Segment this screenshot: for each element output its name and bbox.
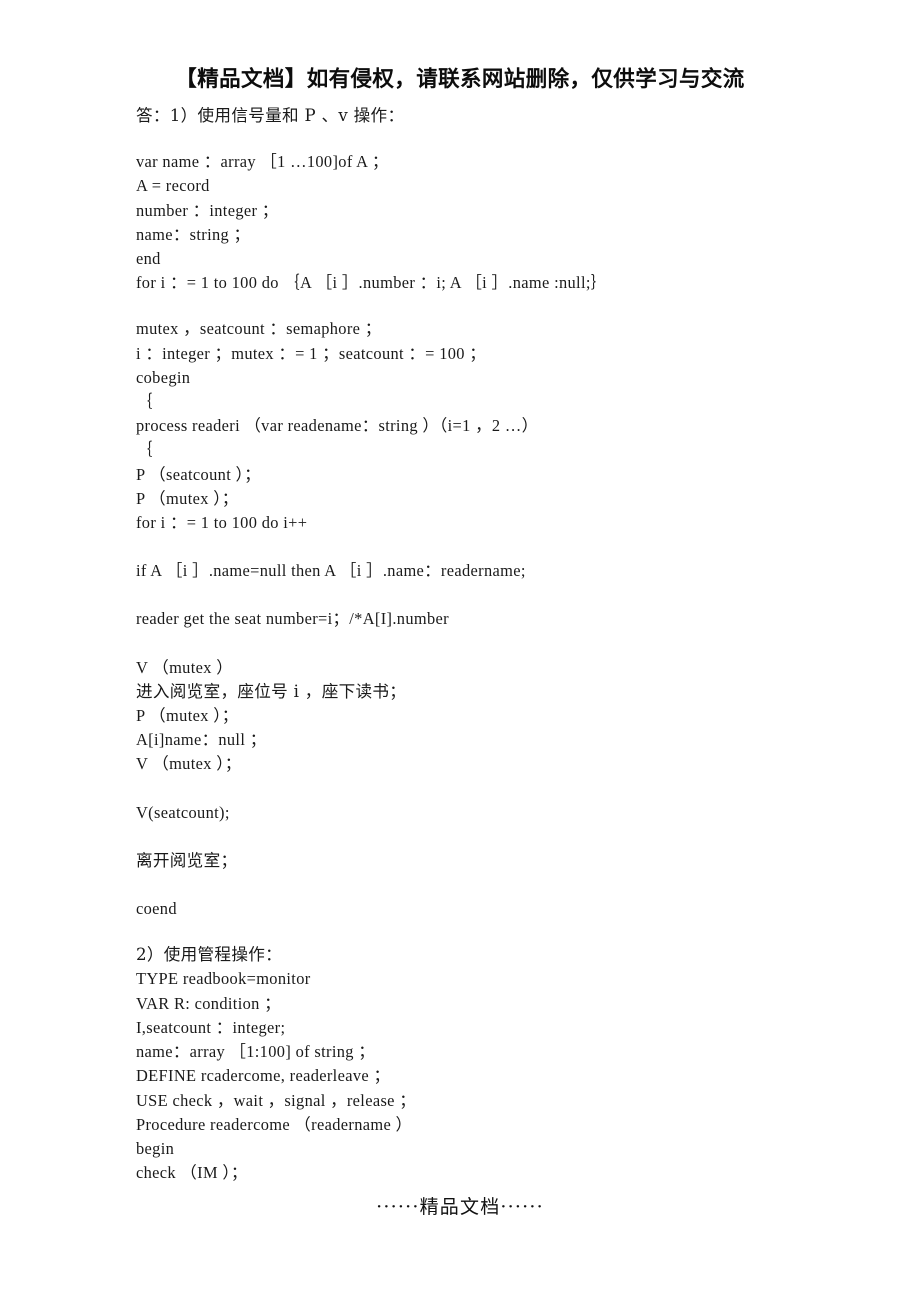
code-line: V （mutex ） bbox=[136, 657, 233, 677]
code-line: coend bbox=[136, 899, 177, 919]
code-line: A[i]name：null ； bbox=[136, 730, 267, 750]
code-block-coend: coend bbox=[136, 897, 836, 921]
code-line: Procedure readercome （readername ） bbox=[136, 1114, 413, 1134]
code-line: number ：integer ； bbox=[136, 200, 279, 220]
document-page: 【精品文档】如有侵权，请联系网站删除，仅供学习与交流 答：1）使用信号量和 P … bbox=[0, 0, 920, 1302]
code-line: end bbox=[136, 249, 161, 269]
code-block-seat-comment: reader get the seat number=i；/*A[I].numb… bbox=[136, 607, 836, 631]
code-line: cobegin bbox=[136, 367, 191, 387]
code-line: for i ：= 1 to 100 do ｛A ［i ］.number ：i; … bbox=[136, 273, 608, 293]
code-line: name：string ； bbox=[136, 224, 251, 244]
document-footer-notice: ······精品文档······ bbox=[376, 1196, 544, 1218]
code-line: var name ：array ［1 …100]of A ； bbox=[136, 152, 389, 172]
code-line: process readeri （var readename：string ）（… bbox=[136, 416, 539, 436]
code-line: TYPE readbook=monitor bbox=[136, 969, 311, 989]
intro-line: 答：1）使用信号量和 P 、v 操作： bbox=[136, 106, 405, 125]
code-block-leave-room: 离开阅览室； bbox=[136, 849, 836, 873]
code-line: name：array ［1:100] of string ； bbox=[136, 1042, 375, 1062]
code-line: P （mutex ）； bbox=[136, 488, 239, 508]
code-block-enter-room: V （mutex ） 进入阅览室，座位号 i ，座下读书； P （mutex ）… bbox=[136, 656, 836, 777]
code-block-declarations: var name ：array ［1 …100]of A ； A = recor… bbox=[136, 150, 836, 295]
code-line: mutex ，seatcount ：semaphore ； bbox=[136, 319, 382, 339]
section-2-title: 2）使用管程操作： bbox=[136, 945, 283, 965]
code-line: V （mutex ）； bbox=[136, 754, 242, 774]
code-block-semaphores: mutex ，seatcount ：semaphore ； i ：integer… bbox=[136, 317, 836, 535]
code-line: if A ［i ］.name=null then A ［i ］.name：rea… bbox=[136, 561, 526, 581]
code-line: ｛ bbox=[136, 440, 153, 460]
code-block-release-seat: V(seatcount); bbox=[136, 801, 836, 825]
document-body: 答：1）使用信号量和 P 、v 操作： var name ：array ［1 …… bbox=[136, 104, 836, 1185]
code-line: check （IM ）； bbox=[136, 1163, 248, 1183]
code-line: I,seatcount ：integer; bbox=[136, 1017, 286, 1037]
narrative-line-leave-room: 离开阅览室； bbox=[136, 850, 238, 870]
code-line: i ：integer ；mutex ：= 1 ；seatcount ：= 100… bbox=[136, 343, 487, 363]
code-line: ｛ bbox=[136, 392, 153, 412]
code-line: begin bbox=[136, 1138, 175, 1158]
code-line: reader get the seat number=i；/*A[I].numb… bbox=[136, 609, 449, 629]
code-block-monitor: 2）使用管程操作： TYPE readbook=monitor VAR R: c… bbox=[136, 943, 836, 1185]
code-line: A = record bbox=[136, 176, 210, 196]
document-header-notice: 【精品文档】如有侵权，请联系网站删除，仅供学习与交流 bbox=[175, 67, 745, 92]
narrative-line-enter-room: 进入阅览室，座位号 i ，座下读书； bbox=[136, 681, 407, 701]
code-line: P （seatcount ）； bbox=[136, 464, 261, 484]
code-line: for i ：= 1 to 100 do i++ bbox=[136, 513, 308, 533]
code-line: DEFINE rcadercome, readerleave ； bbox=[136, 1066, 391, 1086]
code-line: V(seatcount); bbox=[136, 802, 230, 822]
code-line: USE check ，wait ，signal ，release ； bbox=[136, 1090, 416, 1110]
code-line: P （mutex ）； bbox=[136, 706, 239, 726]
code-block-assign-name: if A ［i ］.name=null then A ［i ］.name：rea… bbox=[136, 559, 836, 583]
code-line: VAR R: condition ； bbox=[136, 993, 281, 1013]
